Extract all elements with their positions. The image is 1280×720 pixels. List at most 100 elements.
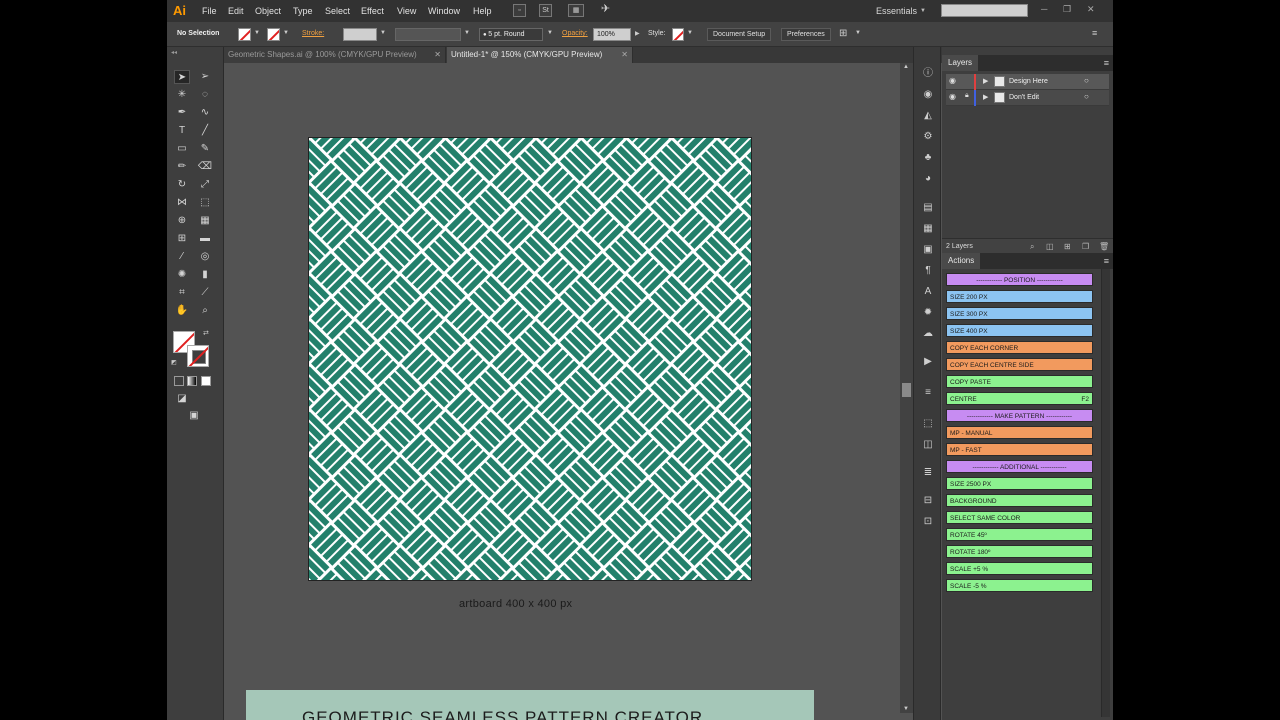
blend-tool-icon[interactable]: ◎ (197, 250, 213, 264)
action-button[interactable]: ------------ MAKE PATTERN ------------ (946, 409, 1093, 422)
action-button[interactable]: ------------ ADDITIONAL ------------ (946, 460, 1093, 473)
menu-object[interactable]: Object (255, 6, 281, 16)
action-button[interactable]: SCALE +5 % (946, 562, 1093, 575)
align-dropdown-icon[interactable]: ▼ (855, 30, 861, 36)
curvature-tool-icon[interactable]: ∿ (197, 106, 213, 120)
stroke-link[interactable]: Stroke: (302, 30, 324, 37)
arrange-documents-icon[interactable]: ▦ (568, 4, 584, 17)
clipping-mask-icon[interactable]: ◫ (1046, 242, 1054, 251)
close-tab-icon[interactable]: ✕ (621, 47, 628, 63)
locate-object-icon[interactable]: ⌕ (1030, 242, 1034, 252)
menu-file[interactable]: File (202, 6, 217, 16)
tab-geometric-shapes[interactable]: Geometric Shapes.ai @ 100% (CMYK/GPU Pre… (224, 47, 446, 63)
bridge-icon[interactable]: ▫ (513, 4, 526, 17)
eraser-tool-icon[interactable]: ⌫ (197, 160, 213, 174)
stock-icon[interactable]: St (539, 4, 552, 17)
scale-tool-icon[interactable]: ⤢ (197, 178, 213, 192)
cc-libraries-panel-icon[interactable]: ☁ (921, 327, 935, 341)
action-button[interactable]: SCALE -5 % (946, 579, 1093, 592)
layer-name[interactable]: Don't Edit (1009, 94, 1039, 101)
default-colors-icon[interactable]: ◩ (171, 359, 177, 366)
rotate-tool-icon[interactable]: ↻ (174, 178, 190, 192)
brush-dropdown-icon[interactable]: ▼ (547, 30, 553, 36)
actions-scrollbar[interactable] (1101, 269, 1110, 717)
swap-colors-icon[interactable]: ⇄ (203, 329, 209, 337)
action-button[interactable]: ------------ POSITION ------------ (946, 273, 1093, 286)
action-button[interactable]: COPY EACH CENTRE SIDE (946, 358, 1093, 371)
stroke-weight-dropdown-icon[interactable]: ▼ (380, 30, 386, 36)
target-circle-icon[interactable]: ○ (1084, 76, 1089, 85)
opacity-input[interactable] (593, 28, 631, 41)
scroll-up-icon[interactable]: ▲ (903, 64, 909, 70)
paintbrush-tool-icon[interactable]: ✎ (197, 142, 213, 156)
action-button[interactable]: BACKGROUND (946, 494, 1093, 507)
stroke-panel-icon[interactable]: ▤ (921, 201, 935, 215)
layer-row-dont-edit[interactable]: ◉ 🔒︎ ▶ Don't Edit ○ (946, 90, 1109, 106)
expand-arrow-icon[interactable]: ▶ (983, 93, 988, 101)
fill-dropdown-icon[interactable]: ▼ (254, 30, 260, 36)
maximize-icon[interactable]: ❐ (1063, 4, 1071, 15)
paragraph-panel-icon[interactable]: ¶ (921, 264, 935, 278)
menu-help[interactable]: Help (473, 6, 492, 16)
align-panel-icon[interactable]: ≡ (921, 386, 935, 400)
expand-arrow-icon[interactable]: ▶ (983, 77, 988, 85)
mesh-tool-icon[interactable]: ⊞ (174, 232, 190, 246)
transparency-panel-icon[interactable]: ▣ (921, 243, 935, 257)
selection-tool-icon[interactable]: ➤ (174, 70, 190, 84)
action-button[interactable]: SELECT SAME COLOR (946, 511, 1093, 524)
target-circle-icon[interactable]: ○ (1084, 92, 1089, 101)
none-mode-icon[interactable] (201, 376, 211, 386)
close-tab-icon[interactable]: ✕ (434, 47, 441, 63)
brush-definition[interactable]: ● 5 pt. Round (479, 28, 543, 41)
actions-menu-icon[interactable]: ≡ (1104, 256, 1109, 266)
draw-normal-icon[interactable]: ◪ (174, 392, 190, 406)
transform-panel-icon[interactable]: ⬚ (921, 417, 935, 431)
free-transform-tool-icon[interactable]: ⬚ (197, 196, 213, 210)
graphic-styles-panel-icon[interactable]: ✹ (921, 306, 935, 320)
action-button[interactable]: SIZE 400 PX (946, 324, 1093, 337)
gradient-tool-icon[interactable]: ▬ (197, 232, 213, 246)
color-mode-icon[interactable] (174, 376, 184, 386)
action-button[interactable]: MP - FAST (946, 443, 1093, 456)
workspace-chevron-icon[interactable]: ▼ (920, 8, 926, 14)
menu-type[interactable]: Type (293, 6, 313, 16)
stroke-color-swatch[interactable] (267, 28, 280, 41)
color-guide-panel-icon[interactable]: ⚙ (921, 130, 935, 144)
rectangle-tool-icon[interactable]: ▭ (174, 142, 190, 156)
pen-tool-icon[interactable]: ✒ (174, 106, 190, 120)
screen-mode-icon[interactable]: ▣ (186, 409, 202, 423)
gradient-mode-icon[interactable] (187, 376, 197, 386)
menu-edit[interactable]: Edit (228, 6, 244, 16)
column-graph-tool-icon[interactable]: ▮ (197, 268, 213, 282)
action-button[interactable]: ROTATE 45º (946, 528, 1093, 541)
actions-panel-icon[interactable]: ▶ (921, 355, 935, 369)
artboard[interactable] (308, 137, 752, 581)
action-button[interactable]: SIZE 2500 PX (946, 477, 1093, 490)
symbol-sprayer-tool-icon[interactable]: ✺ (174, 268, 190, 282)
brushes-panel-icon[interactable]: ◭ (921, 109, 935, 123)
artboards-panel-icon[interactable]: ⊟ (921, 494, 935, 508)
tab-layers[interactable]: Layers (942, 55, 979, 71)
zoom-tool-icon[interactable]: ⌕ (197, 304, 213, 318)
menu-view[interactable]: View (397, 6, 416, 16)
action-button[interactable]: SIZE 200 PX (946, 290, 1093, 303)
eyedropper-tool-icon[interactable]: ⁄ (174, 250, 190, 264)
new-sublayer-icon[interactable]: ⊞ (1064, 242, 1071, 251)
profile-dropdown-icon[interactable]: ▼ (464, 30, 470, 36)
action-button[interactable]: SIZE 300 PX (946, 307, 1093, 320)
layers-menu-icon[interactable]: ≡ (1104, 58, 1109, 68)
gpu-performance-icon[interactable]: ✈ (599, 4, 612, 17)
opacity-arrow-icon[interactable]: ▶ (635, 30, 640, 37)
type-tool-icon[interactable]: T (174, 124, 190, 138)
hand-tool-icon[interactable]: ✋ (174, 304, 190, 318)
stroke-swatch[interactable] (187, 345, 209, 367)
color-panel-icon[interactable]: ◕ (921, 172, 935, 186)
pathfinder-panel-icon[interactable]: ◫ (921, 438, 935, 452)
lasso-tool-icon[interactable]: ◌ (197, 88, 213, 102)
scroll-thumb[interactable] (902, 383, 911, 397)
line-segment-tool-icon[interactable]: ╱ (197, 124, 213, 138)
info-panel-icon[interactable]: ⓘ (921, 67, 935, 81)
action-button[interactable]: CENTRE F2 (946, 392, 1093, 405)
preferences-button[interactable]: Preferences (781, 28, 831, 41)
direct-selection-tool-icon[interactable]: ➢ (197, 70, 213, 84)
